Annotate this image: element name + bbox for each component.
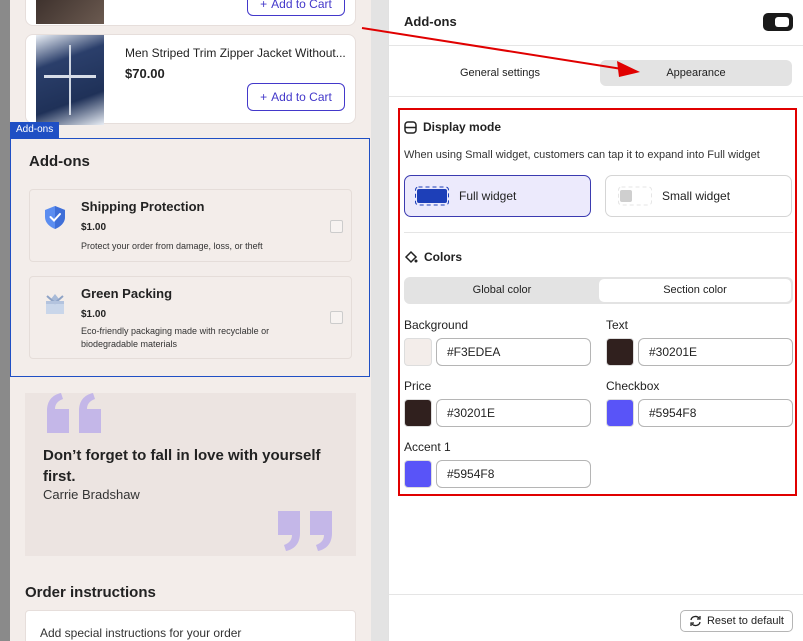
panel-header: Add-ons	[389, 0, 803, 46]
paint-bucket-icon	[404, 250, 418, 264]
tab-global-color[interactable]: Global color	[406, 279, 598, 302]
addon-checkbox[interactable]	[330, 311, 343, 324]
divider-gutter	[371, 0, 388, 641]
reset-to-default-button[interactable]: Reset to default	[679, 610, 793, 632]
text-label: Text	[606, 318, 629, 332]
accent1-label: Accent 1	[404, 440, 451, 454]
tab-appearance[interactable]: Appearance	[600, 60, 792, 86]
addon-item[interactable]: Shipping Protection $1.00 Protect your o…	[29, 189, 352, 262]
settings-tabs: General settings Appearance	[404, 60, 793, 86]
addons-section-tag: Add-ons	[10, 122, 60, 138]
product-price: $70.00	[125, 66, 165, 81]
divider	[404, 232, 793, 233]
checkbox-swatch[interactable]	[606, 399, 634, 427]
price-swatch[interactable]	[404, 399, 432, 427]
tab-section-color[interactable]: Section color	[599, 279, 791, 302]
appearance-settings: Display mode When using Small widget, cu…	[398, 108, 797, 496]
product-image	[36, 35, 104, 125]
product-image	[36, 0, 104, 24]
text-hex-input[interactable]	[638, 338, 793, 366]
small-widget-icon	[618, 186, 652, 206]
addons-section[interactable]: Add-ons Shipping Protection $1.00 Protec…	[10, 138, 370, 377]
background-label: Background	[404, 318, 469, 332]
accent1-swatch[interactable]	[404, 460, 432, 488]
quote-open-icon	[47, 393, 101, 433]
display-mode-icon	[404, 120, 417, 134]
shield-icon	[45, 206, 65, 229]
package-icon	[46, 294, 64, 314]
plus-icon: +	[260, 90, 268, 104]
accent1-hex-input[interactable]	[436, 460, 591, 488]
addon-title: Shipping Protection	[81, 199, 205, 214]
panel-footer: Reset to default	[389, 594, 803, 641]
quote-close-icon	[278, 511, 332, 551]
price-hex-input[interactable]	[436, 399, 591, 427]
addon-price: $1.00	[81, 309, 107, 320]
window-edge	[0, 0, 10, 641]
quote-text: Don’t forget to fall in love with yourse…	[43, 447, 321, 485]
color-tabs: Global color Section color	[404, 277, 793, 304]
addon-checkbox[interactable]	[330, 220, 343, 233]
divider	[389, 96, 803, 97]
plus-icon: +	[260, 0, 268, 11]
tab-general-settings[interactable]: General settings	[404, 60, 596, 86]
product-card: + Add to Cart	[25, 0, 356, 26]
quote-author: Carrie Bradshaw	[43, 487, 140, 502]
panel-title: Add-ons	[404, 14, 457, 29]
text-swatch[interactable]	[606, 338, 634, 366]
checkbox-label: Checkbox	[606, 379, 660, 393]
add-to-cart-button[interactable]: + Add to Cart	[247, 0, 345, 16]
background-hex-input[interactable]	[436, 338, 591, 366]
order-instructions-title: Order instructions	[25, 584, 156, 601]
addon-price: $1.00	[81, 222, 107, 233]
enable-toggle[interactable]	[763, 13, 793, 31]
small-widget-option[interactable]: Small widget	[605, 175, 792, 217]
full-widget-option[interactable]: Full widget	[404, 175, 591, 217]
refresh-icon	[690, 615, 701, 627]
addon-description: Protect your order from damage, loss, or…	[81, 241, 263, 251]
cart-preview: + Add to Cart Men Striped Trim Zipper Ja…	[10, 0, 371, 641]
full-widget-icon	[415, 186, 449, 206]
settings-panel: Add-ons General settings Appearance Disp…	[388, 0, 803, 641]
order-instructions-input[interactable]: Add special instructions for your order	[25, 610, 356, 641]
addon-description: Eco-friendly packaging made with recycla…	[81, 326, 270, 349]
display-mode-title: Display mode	[404, 120, 501, 134]
display-mode-hint: When using Small widget, customers can t…	[404, 149, 760, 161]
addon-title: Green Packing	[81, 286, 173, 301]
colors-title: Colors	[404, 250, 462, 264]
addons-heading: Add-ons	[29, 153, 90, 170]
product-card: Men Striped Trim Zipper Jacket Without..…	[25, 34, 356, 125]
add-to-cart-button[interactable]: + Add to Cart	[247, 83, 345, 111]
checkbox-hex-input[interactable]	[638, 399, 793, 427]
product-title: Men Striped Trim Zipper Jacket Without..…	[125, 46, 346, 60]
background-swatch[interactable]	[404, 338, 432, 366]
addon-item[interactable]: Green Packing $1.00 Eco-friendly packagi…	[29, 276, 352, 359]
price-label: Price	[404, 379, 432, 393]
quote-block: Don’t forget to fall in love with yourse…	[25, 393, 356, 556]
